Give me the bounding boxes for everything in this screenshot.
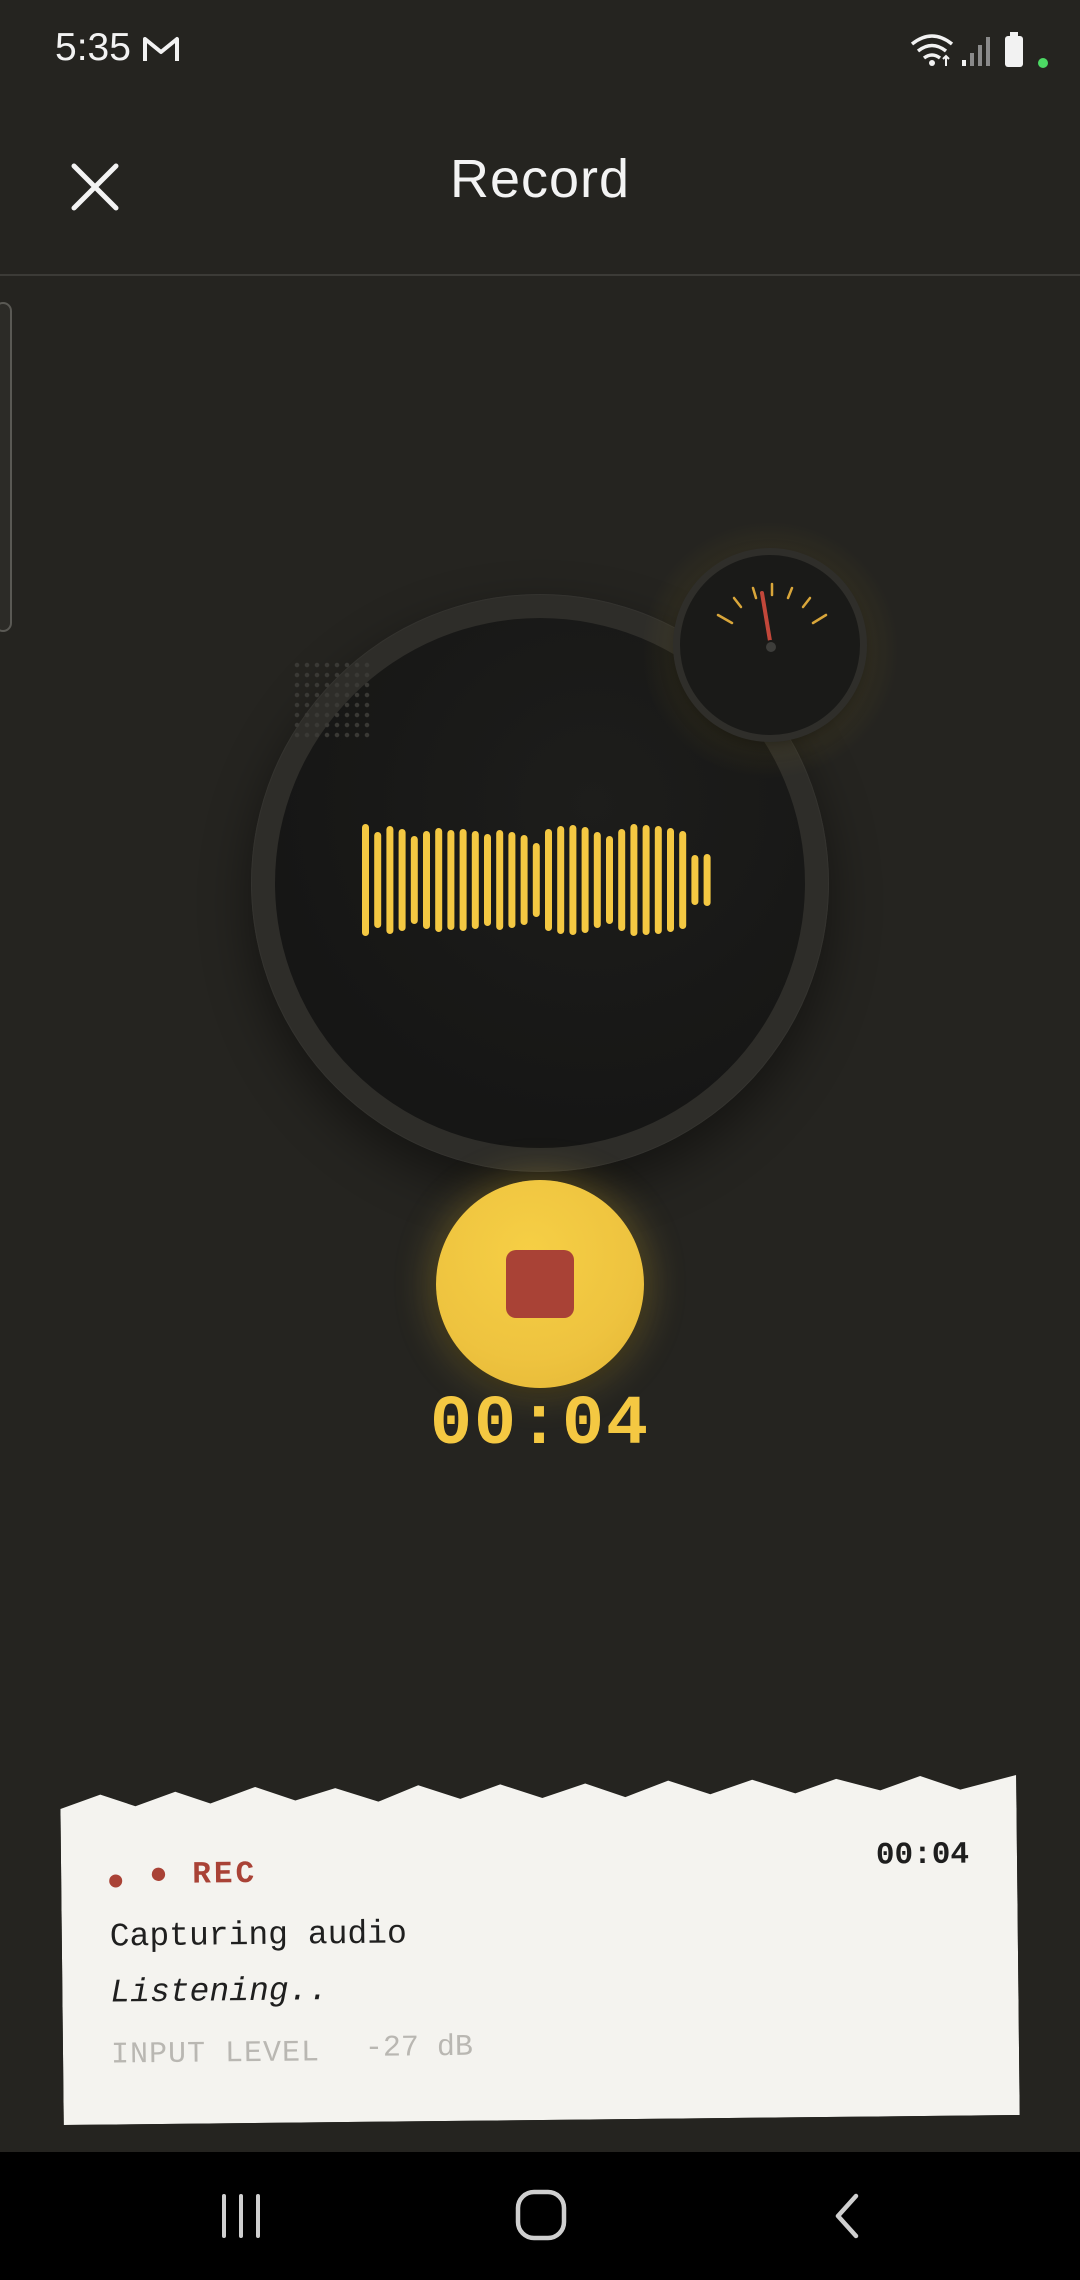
stop-button[interactable] [436,1180,644,1388]
recents-icon[interactable] [216,2188,266,2244]
dot-pattern [292,660,370,738]
battery-icon [1005,32,1023,67]
recording-info-card: ● REC 00:04 Capturing audio Listening.. … [60,1775,1020,2125]
elapsed-time: 00:04 [875,1837,970,1874]
status-subtext: Listening.. [110,1972,329,2012]
rec-label: ● REC [148,1856,258,1894]
home-icon[interactable] [510,2184,572,2246]
stop-icon [506,1250,574,1318]
status-bar: 5:35 [0,0,1080,100]
gmail-icon [143,37,179,61]
signal-icon [962,37,990,66]
status-text: Capturing audio [109,1915,408,1956]
status-time: 5:35 [55,26,131,69]
edge-panel-handle[interactable] [0,302,12,632]
app-bar: Record [0,100,1080,276]
rec-dot [109,1874,123,1888]
navigation-bar [0,2152,1080,2280]
level-gauge-icon [680,555,860,735]
recording-timer: 00:04 [429,1386,651,1465]
input-level-label: INPUT LEVEL [110,2036,321,2073]
back-icon[interactable] [822,2186,872,2246]
page-title: Record [449,149,631,209]
input-level-value: -27 dB [364,2030,474,2066]
wifi-icon [910,34,954,66]
privacy-indicator-dot [1038,58,1048,68]
waveform-icon [362,824,711,936]
